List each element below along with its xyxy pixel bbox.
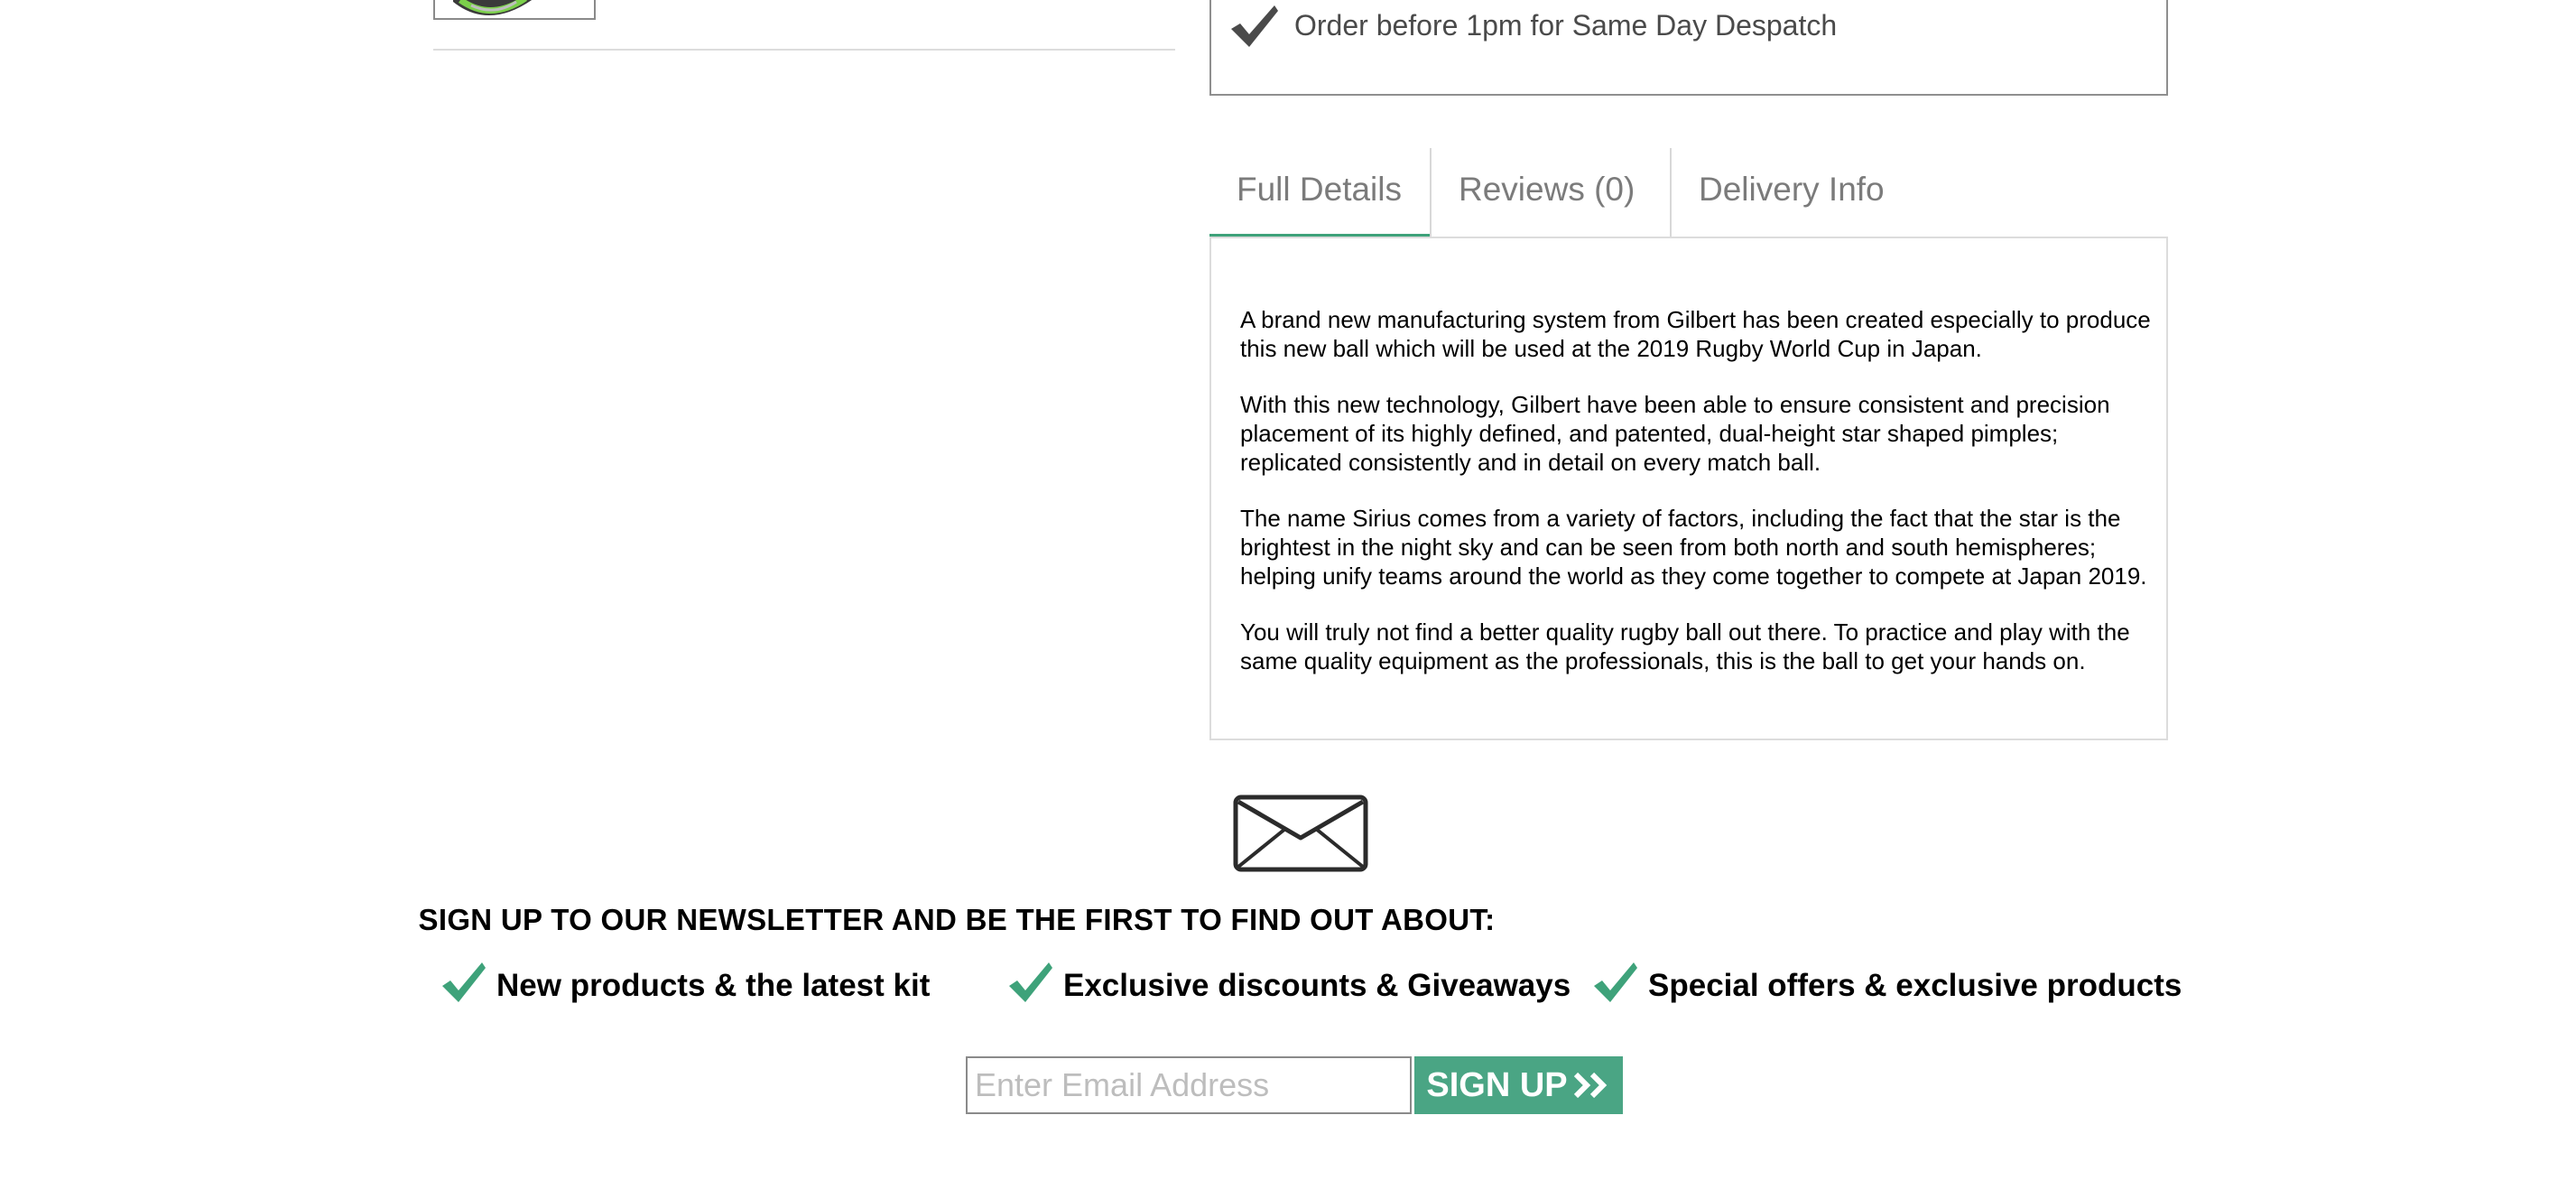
checkmark-icon	[1231, 5, 1278, 47]
details-paragraph: You will truly not find a better quality…	[1240, 618, 2130, 674]
checkmark-icon	[1009, 962, 1052, 1002]
benefit-text: New products & the latest kit	[496, 968, 931, 1003]
details-paragraph: With this new technology, Gilbert have b…	[1240, 391, 2110, 476]
email-input[interactable]	[966, 1056, 1412, 1114]
product-thumbnail[interactable]	[433, 0, 596, 20]
rugby-ball-image	[453, 0, 532, 16]
full-details-panel: A brand new manufacturing system from Gi…	[1209, 237, 2168, 740]
checkmark-icon	[1594, 962, 1637, 1002]
product-page-lower: Order before 1pm for Same Day Despatch F…	[0, 0, 2576, 1199]
envelope-icon	[1233, 795, 1368, 872]
product-tabs: Full Details Reviews (0) Delivery Info	[1209, 148, 2168, 238]
benefit-text: Special offers & exclusive products	[1648, 968, 2182, 1003]
despatch-notice: Order before 1pm for Same Day Despatch	[1209, 0, 2168, 96]
tab-delivery-info[interactable]: Delivery Info	[1672, 148, 1915, 238]
details-paragraph: A brand new manufacturing system from Gi…	[1240, 306, 2151, 362]
despatch-text: Order before 1pm for Same Day Despatch	[1294, 9, 1838, 42]
details-paragraph: The name Sirius comes from a variety of …	[1240, 505, 2147, 590]
signup-button[interactable]: SIGN UP	[1414, 1056, 1623, 1114]
checkmark-icon	[442, 962, 486, 1002]
benefit-text: Exclusive discounts & Giveaways	[1063, 968, 1571, 1003]
details-body: A brand new manufacturing system from Gi…	[1240, 305, 2152, 702]
newsletter-heading: SIGN UP TO OUR NEWSLETTER AND BE THE FIR…	[418, 903, 1496, 936]
tab-reviews[interactable]: Reviews (0)	[1432, 148, 1670, 238]
tab-full-details[interactable]: Full Details	[1209, 148, 1430, 238]
signup-label: SIGN UP	[1426, 1065, 1568, 1104]
double-chevron-right-icon	[1573, 1072, 1607, 1099]
gallery-divider	[433, 49, 1175, 51]
